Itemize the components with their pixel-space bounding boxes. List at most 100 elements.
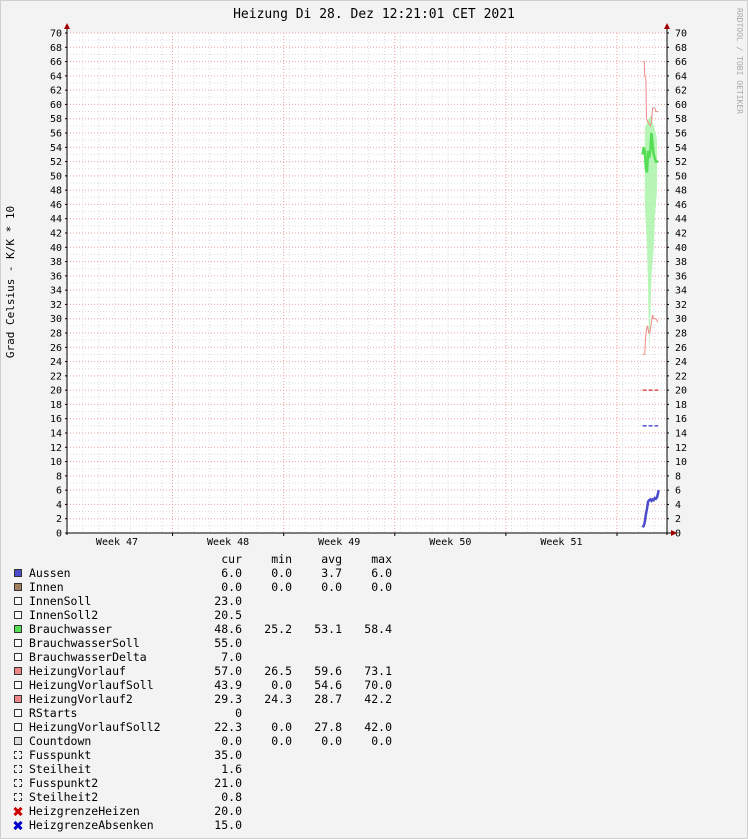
x-tick-label: Week 47 [96,537,138,548]
legend-series-name: InnenSoll [29,594,92,608]
legend-value-cur: 21.0 [214,776,242,790]
y-tick-label-right: 0 [675,529,681,540]
y-tick-label-right: 46 [675,200,687,211]
y-tick-label-right: 34 [675,286,687,297]
y-tick-label-left: 40 [50,243,62,254]
legend-value-max: 42.0 [364,720,392,734]
y-tick-label-left: 8 [56,471,62,482]
legend-header: cur min avg max [14,552,392,566]
legend-value-max: 58.4 [364,622,392,636]
legend-series-name: HeizungVorlauf2 [29,692,133,706]
y-tick-label-right: 14 [675,429,687,440]
legend-value-avg: 53.1 [314,622,342,636]
legend-series-name: BrauchwasserDelta [29,650,147,664]
y-tick-label-left: 64 [50,71,62,82]
legend-swatch [14,709,22,717]
y-tick-label-right: 70 [675,29,687,40]
legend-swatch [14,723,22,731]
legend-row-brauchwassersoll: BrauchwasserSoll 55.0 [14,636,392,650]
legend-value-min: 0.0 [271,678,292,692]
legend-value-cur: 48.6 [214,622,242,636]
y-tick-label-left: 48 [50,186,62,197]
legend-value-cur: 6.0 [221,566,242,580]
y-tick-label-right: 4 [675,500,681,511]
legend-value-min: 0.0 [271,580,292,594]
legend-swatch [14,681,22,689]
legend-value-cur: 0.0 [221,580,242,594]
legend-value-max: 0.0 [371,580,392,594]
legend-value-min: 24.3 [264,692,292,706]
y-tick-label-left: 32 [50,300,62,311]
y-tick-label-left: 30 [50,314,62,325]
y-tick-label-right: 10 [675,457,687,468]
legend-series-name: Aussen [29,566,71,580]
chart-title: Heizung Di 28. Dez 12:21:01 CET 2021 [233,7,515,22]
legend-row-heizgrenzeheizen: HeizgrenzeHeizen 20.0 [14,804,392,818]
legend-row-heizungvorlauf: HeizungVorlauf 57.0 26.5 59.6 73.1 [14,664,392,678]
legend-swatch [14,765,22,773]
legend-series-name: HeizungVorlaufSoll2 [29,720,161,734]
legend-series-name: RStarts [29,706,78,720]
legend-value-cur: 35.0 [214,748,242,762]
y-tick-label-right: 26 [675,343,687,354]
y-tick-label-right: 66 [675,57,687,68]
y-tick-label-left: 0 [56,529,62,540]
y-tick-label-right: 12 [675,443,687,454]
y-tick-label-right: 64 [675,71,687,82]
legend-swatch [14,793,22,801]
legend-series-name: HeizgrenzeAbsenken [29,818,154,832]
legend-row-aussen: Aussen 6.0 0.0 3.7 6.0 [14,566,392,580]
x-tick-label: Week 51 [540,537,582,548]
legend-swatch [14,639,22,647]
legend-row-fusspunkt: Fusspunkt 35.0 [14,748,392,762]
legend-swatch [14,695,22,703]
legend-value-min: 0.0 [271,566,292,580]
y-tick-label-right: 22 [675,371,687,382]
y-tick-label-right: 18 [675,400,687,411]
legend-value-avg: 59.6 [314,664,342,678]
y-tick-label-left: 38 [50,257,62,268]
y-tick-label-right: 62 [675,86,687,97]
y-tick-label-right: 52 [675,157,687,168]
y-tick-label-right: 40 [675,243,687,254]
y-tick-label-right: 56 [675,129,687,140]
legend-swatch [14,597,22,605]
legend-row-innensoll: InnenSoll 23.0 [14,594,392,608]
y-tick-label-left: 2 [56,514,62,525]
legend-value-avg: 54.6 [314,678,342,692]
legend-value-cur: 7.0 [221,650,242,664]
legend-value-cur: 0.8 [221,790,242,804]
legend-row-rstarts: RStarts 0 [14,706,392,720]
y-tick-label-right: 30 [675,314,687,325]
legend-header-min: min [271,552,292,566]
y-tick-label-left: 46 [50,200,62,211]
legend-value-cur: 22.3 [214,720,242,734]
y-tick-label-left: 34 [50,286,62,297]
y-tick-label-right: 50 [675,171,687,182]
legend-swatch [14,653,22,661]
y-tick-label-right: 2 [675,514,681,525]
legend-row-steilheit2: Steilheit2 0.8 [14,790,392,804]
legend-swatch [14,821,22,829]
legend-row-innen: Innen 0.0 0.0 0.0 0.0 [14,580,392,594]
chart-root: Heizung Di 28. Dez 12:21:01 CET 2021 Gra… [0,0,748,839]
legend-header-cur: cur [221,552,242,566]
legend-value-cur: 29.3 [214,692,242,706]
legend-swatch [14,751,22,759]
y-tick-label-left: 66 [50,57,62,68]
y-tick-label-left: 42 [50,229,62,240]
y-tick-label-right: 20 [675,386,687,397]
legend-row-brauchwasser: Brauchwasser 48.6 25.2 53.1 58.4 [14,622,392,636]
legend: cur min avg max Aussen 6.0 0.0 3.7 6.0 Innen 0… [14,552,392,832]
legend-series-name: HeizungVorlauf [29,664,126,678]
y-tick-label-left: 4 [56,500,62,511]
y-tick-label-left: 44 [50,214,62,225]
y-tick-label-right: 28 [675,329,687,340]
y-tick-label-left: 52 [50,157,62,168]
legend-value-min: 0.0 [271,720,292,734]
y-tick-label-left: 70 [50,29,62,40]
y-tick-label-right: 6 [675,486,681,497]
y-axis-label: Grad Celsius - K/K * 10 [4,206,17,358]
y-tick-label-left: 14 [50,429,62,440]
legend-series-name: Steilheit2 [29,790,99,804]
